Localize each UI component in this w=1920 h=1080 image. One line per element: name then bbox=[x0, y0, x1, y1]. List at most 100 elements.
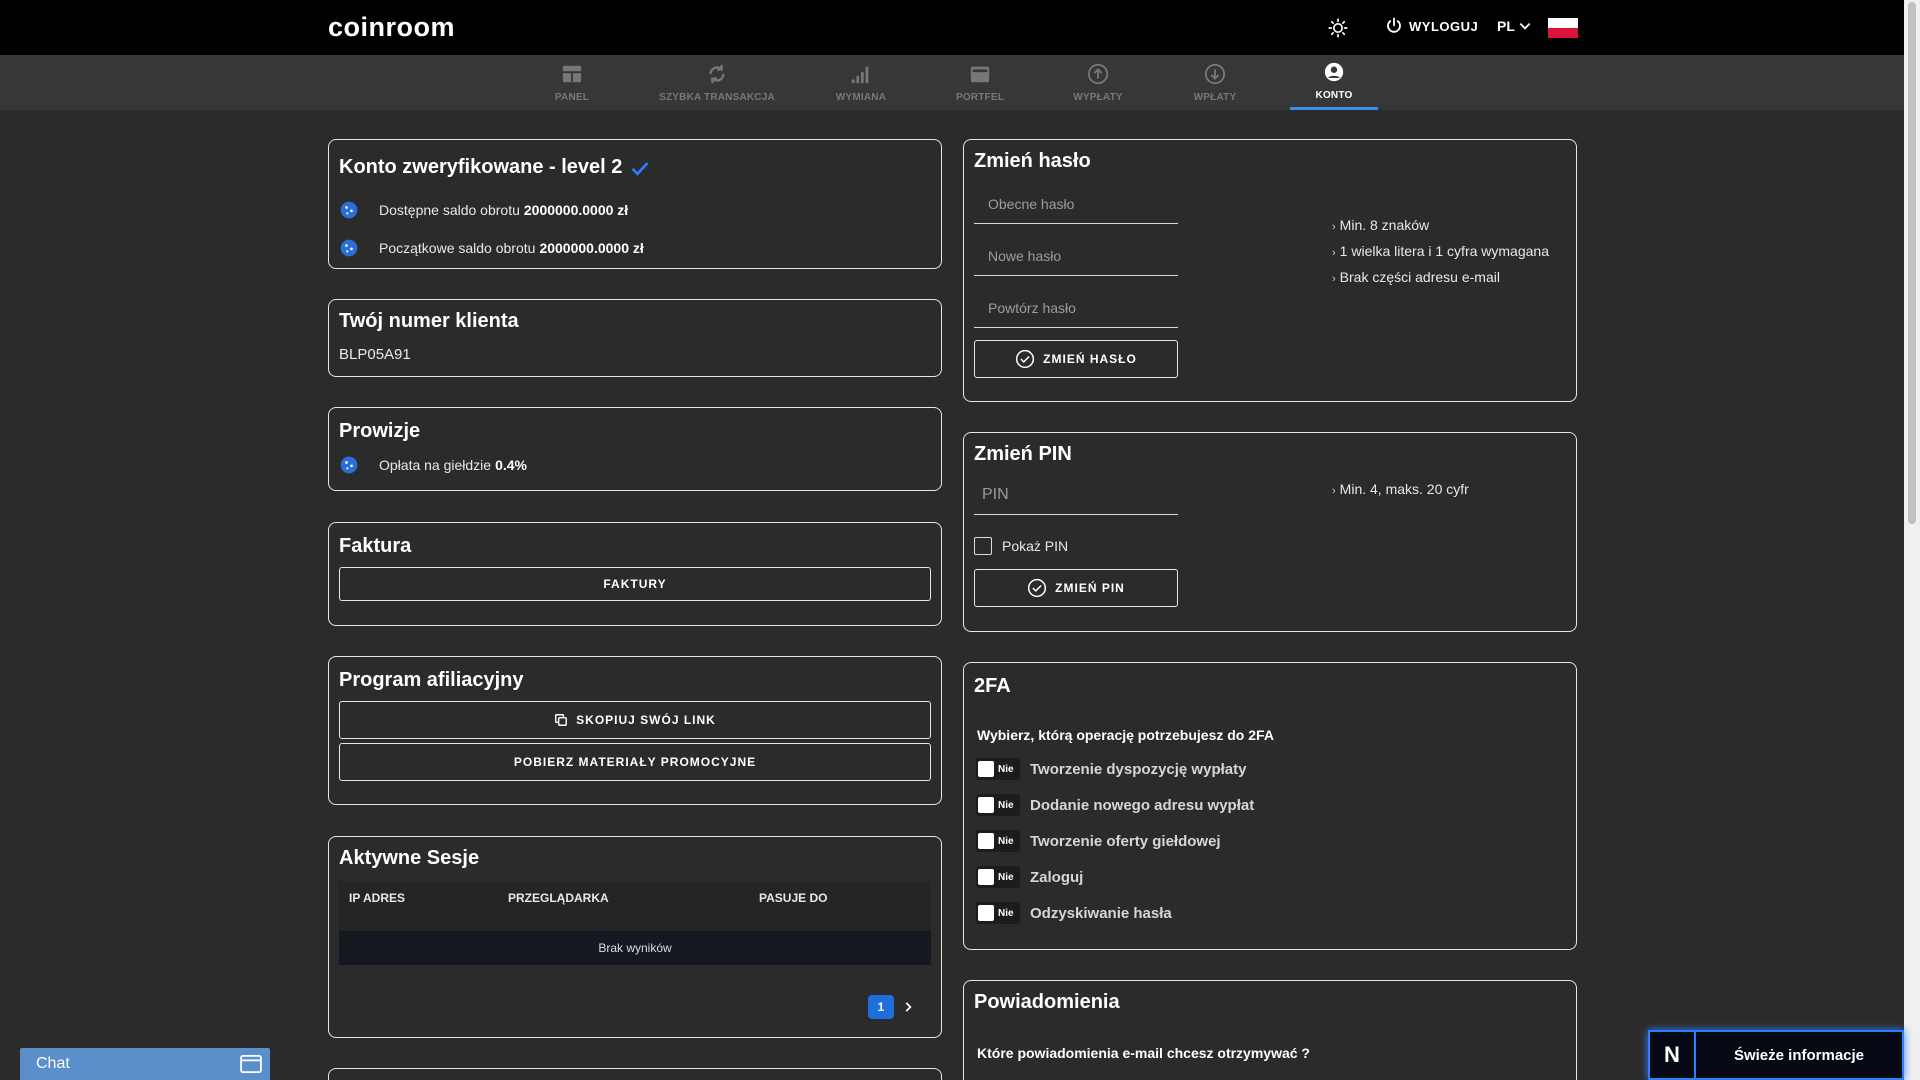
check-circle-icon bbox=[1028, 578, 1047, 598]
invoices-button[interactable]: FAKTURY bbox=[339, 567, 931, 601]
twofa-option[interactable]: Nie Tworzenie oferty giełdowej bbox=[976, 830, 1221, 852]
current-password-input[interactable] bbox=[974, 184, 1178, 223]
power-icon bbox=[1387, 17, 1401, 33]
theme-toggle-icon[interactable] bbox=[1328, 18, 1348, 38]
tab-label: WYMIANA bbox=[835, 91, 887, 103]
new-password-input[interactable] bbox=[974, 236, 1178, 275]
new-password-field[interactable] bbox=[974, 236, 1178, 276]
column-ip: IP ADRES bbox=[349, 891, 406, 905]
chevron-down-icon bbox=[1519, 23, 1531, 30]
logo[interactable]: coinroom bbox=[328, 12, 455, 43]
fee-value: 0.4% bbox=[495, 457, 527, 473]
logout-button[interactable]: WYLOGUJ bbox=[1385, 17, 1478, 35]
twofa-option-label: Tworzenie oferty giełdowej bbox=[1030, 832, 1221, 850]
sessions-empty-row: Brak wyników bbox=[339, 931, 931, 965]
fee-label: Opłata na giełdzie bbox=[379, 457, 492, 473]
affiliate-card: Program afiliacyjny SKOPIUJ SWÓJ LINK PO… bbox=[328, 656, 942, 805]
news-logo-icon: N bbox=[1650, 1032, 1696, 1078]
checkmark-icon bbox=[631, 161, 649, 176]
toggle-label: Nie bbox=[998, 907, 1014, 919]
notifications-card: Powiadomienia Które powiadomienia e-mail… bbox=[963, 980, 1577, 1080]
password-hint: 1 wielka litera i 1 cyfra wymagana bbox=[1332, 239, 1549, 265]
pin-input[interactable] bbox=[974, 475, 1178, 514]
twofa-toggle[interactable]: Nie bbox=[976, 866, 1020, 888]
repeat-password-input[interactable] bbox=[974, 288, 1178, 327]
scrollbar-thumb[interactable] bbox=[1908, 2, 1916, 524]
current-password-field[interactable] bbox=[974, 184, 1178, 224]
page-scrollbar[interactable] bbox=[1904, 0, 1920, 1080]
next-card bbox=[328, 1068, 942, 1080]
change-pin-button[interactable]: ZMIEŃ PIN bbox=[974, 569, 1178, 607]
download-materials-button[interactable]: POBIERZ MATERIAŁY PROMOCYJNE bbox=[339, 743, 931, 781]
change-password-button[interactable]: ZMIEŃ HASŁO bbox=[974, 340, 1178, 378]
coin-icon bbox=[340, 456, 358, 474]
tab-label: PORTFEL bbox=[955, 91, 1005, 103]
tab-label: WYPŁATY bbox=[1073, 91, 1123, 103]
fees-title: Prowizje bbox=[339, 420, 421, 442]
twofa-toggle[interactable]: Nie bbox=[976, 830, 1020, 852]
tab-quick-transaction[interactable]: SZYBKA TRANSAKCJA bbox=[656, 55, 778, 110]
tab-account[interactable]: KONTO bbox=[1290, 55, 1378, 110]
repeat-password-field[interactable] bbox=[974, 288, 1178, 328]
coin-icon bbox=[340, 201, 358, 219]
wallet-icon bbox=[970, 66, 990, 82]
toggle-knob bbox=[978, 869, 994, 885]
invoice-title: Faktura bbox=[339, 535, 412, 557]
tab-exchange[interactable]: WYMIANA bbox=[830, 55, 892, 110]
copy-link-button[interactable]: SKOPIUJ SWÓJ LINK bbox=[339, 701, 931, 739]
arrow-up-circle-icon bbox=[1087, 63, 1109, 84]
tab-label: SZYBKA TRANSAKCJA bbox=[659, 91, 775, 103]
language-select[interactable]: PL bbox=[1497, 18, 1532, 34]
password-hints: Min. 8 znaków 1 wielka litera i 1 cyfra … bbox=[1332, 213, 1549, 291]
change-pin-label: ZMIEŃ PIN bbox=[1055, 581, 1125, 595]
twofa-option[interactable]: Nie Odzyskiwanie hasła bbox=[976, 902, 1172, 924]
password-title: Zmień hasło bbox=[974, 150, 1091, 172]
twofa-option-label: Dodanie nowego adresu wypłat bbox=[1030, 796, 1255, 814]
check-circle-icon bbox=[1016, 349, 1035, 369]
twofa-title: 2FA bbox=[974, 675, 1011, 697]
language-value: PL bbox=[1497, 18, 1515, 34]
dashboard-icon bbox=[562, 65, 582, 82]
twofa-option[interactable]: Nie Zaloguj bbox=[976, 866, 1083, 888]
chevron-right-icon[interactable] bbox=[901, 1000, 915, 1014]
tab-deposits[interactable]: WPŁATY bbox=[1184, 55, 1246, 110]
client-number-title: Twój numer klienta bbox=[339, 310, 519, 332]
show-pin-row[interactable]: Pokaż PIN bbox=[974, 537, 1068, 555]
tab-wallet[interactable]: PORTFEL bbox=[950, 55, 1010, 110]
pin-field[interactable] bbox=[974, 475, 1178, 515]
pin-hint: Min. 4, maks. 20 cyfr bbox=[1332, 477, 1469, 503]
tab-withdrawals[interactable]: WYPŁATY bbox=[1068, 55, 1128, 110]
tab-panel[interactable]: PANEL bbox=[542, 55, 602, 110]
column-browser: PRZEGLĄDARKA bbox=[508, 891, 609, 905]
show-pin-checkbox[interactable] bbox=[974, 537, 992, 555]
twofa-question: Wybierz, którą operację potrzebujesz do … bbox=[977, 727, 1274, 743]
tab-label: PANEL bbox=[554, 91, 590, 103]
show-pin-label: Pokaż PIN bbox=[1002, 538, 1069, 554]
toggle-label: Nie bbox=[998, 835, 1014, 847]
twofa-option[interactable]: Nie Dodanie nowego adresu wypłat bbox=[976, 794, 1254, 816]
initial-balance-value: 2000000.0000 zł bbox=[539, 240, 644, 256]
twofa-option-label: Tworzenie dyspozycję wypłaty bbox=[1030, 760, 1247, 778]
page-button[interactable]: 1 bbox=[868, 995, 894, 1019]
top-bar: coinroom WYLOGUJ PL bbox=[0, 0, 1904, 55]
twofa-toggle[interactable]: Nie bbox=[976, 902, 1020, 924]
poland-flag-icon[interactable] bbox=[1548, 18, 1578, 38]
notifications-title: Powiadomienia bbox=[974, 991, 1120, 1013]
change-password-label: ZMIEŃ HASŁO bbox=[1043, 352, 1137, 366]
twofa-toggle[interactable]: Nie bbox=[976, 794, 1020, 816]
client-number-card: Twój numer klienta BLP05A91 bbox=[328, 299, 942, 377]
news-widget[interactable]: N Świeże informacje bbox=[1648, 1030, 1904, 1080]
twofa-toggle[interactable]: Nie bbox=[976, 758, 1020, 780]
chat-window-icon bbox=[240, 1055, 262, 1073]
copy-icon bbox=[555, 714, 568, 726]
active-sessions-card: Aktywne Sesje IP ADRES PRZEGLĄDARKA PASU… bbox=[328, 836, 942, 1038]
twofa-option-label: Odzyskiwanie hasła bbox=[1030, 904, 1172, 922]
notifications-question: Które powiadomienia e-mail chcesz otrzym… bbox=[977, 1045, 1310, 1061]
sessions-title: Aktywne Sesje bbox=[339, 847, 480, 869]
chat-widget[interactable]: Chat bbox=[20, 1048, 270, 1080]
toggle-knob bbox=[978, 833, 994, 849]
change-pin-card: Zmień PIN Pokaż PIN ZMIEŃ PIN Min. 4, ma… bbox=[963, 432, 1577, 632]
change-password-card: Zmień hasło ZMIEŃ HASŁO Min. 8 znaków 1 … bbox=[963, 139, 1577, 402]
logout-label: WYLOGUJ bbox=[1409, 18, 1479, 34]
twofa-option[interactable]: Nie Tworzenie dyspozycję wypłaty bbox=[976, 758, 1246, 780]
